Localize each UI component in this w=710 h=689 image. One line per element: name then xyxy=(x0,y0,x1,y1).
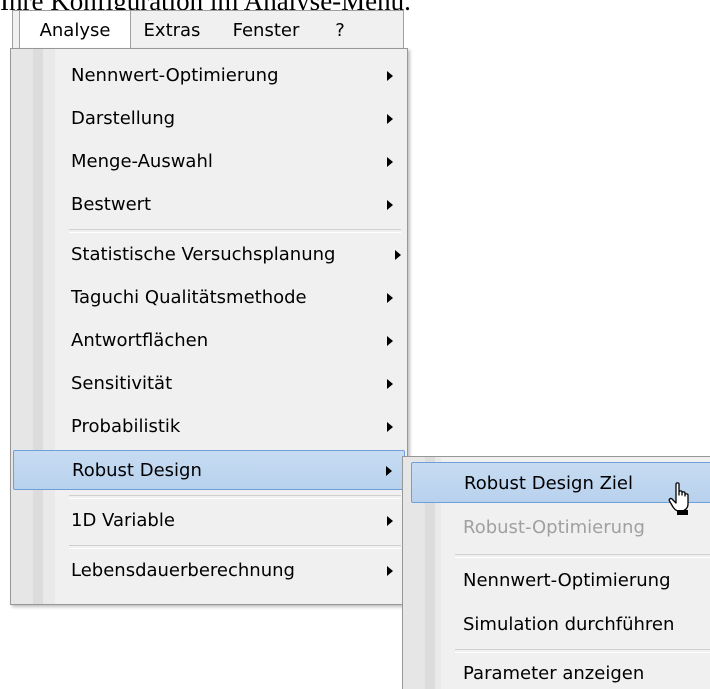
submenu-arrow-icon xyxy=(387,71,393,81)
submenu-arrow-icon xyxy=(387,157,393,167)
submenu-item-nennwert-optimierung[interactable]: Nennwert-Optimierung xyxy=(411,560,710,601)
submenu-arrow-icon xyxy=(387,336,393,346)
menu-item-label: Bestwert xyxy=(71,194,152,215)
menu-item-nennwert-optimierung[interactable]: Nennwert-Optimierung xyxy=(13,56,405,96)
menu-item-bestwert[interactable]: Bestwert xyxy=(13,185,405,225)
menu-item-label: Sensitivität xyxy=(71,373,173,394)
submenu-item-label: Robust Design Ziel xyxy=(464,473,633,494)
menu-analyse[interactable]: Analyse xyxy=(19,10,131,51)
submenu-item-robust-design-ziel[interactable]: Robust Design Ziel xyxy=(411,462,710,503)
submenu-arrow-icon xyxy=(387,114,393,124)
submenu-arrow-icon xyxy=(387,516,393,526)
submenu-item-simulation-durchfuehren[interactable]: Simulation durchführen xyxy=(411,604,710,645)
menu-item-label: Lebensdauerberechnung xyxy=(71,560,295,581)
submenu-arrow-icon xyxy=(386,466,392,476)
menu-item-lebensdauerberechnung[interactable]: Lebensdauerberechnung xyxy=(13,551,405,591)
menu-item-label: Menge-Auswahl xyxy=(71,151,213,172)
menu-item-probabilistik[interactable]: Probabilistik xyxy=(13,407,405,447)
submenu-item-label: Simulation durchführen xyxy=(463,614,675,635)
menu-extras[interactable]: Extras xyxy=(137,11,207,50)
menu-separator xyxy=(69,495,401,499)
menu-item-antwortflaechen[interactable]: Antwortflächen xyxy=(13,321,405,361)
submenu-arrow-icon xyxy=(387,422,393,432)
menu-item-robust-design[interactable]: Robust Design xyxy=(13,450,405,490)
menu-item-menge-auswahl[interactable]: Menge-Auswahl xyxy=(13,142,405,182)
submenu-arrow-icon xyxy=(395,250,401,260)
menu-separator xyxy=(69,229,401,233)
menu-item-statistische-versuchsplanung[interactable]: Statistische Versuchsplanung xyxy=(13,235,405,275)
menu-bar: Analyse Extras Fenster ? xyxy=(12,10,404,51)
menu-help[interactable]: ? xyxy=(325,11,355,50)
menu-item-label: Darstellung xyxy=(71,108,176,129)
robust-design-submenu: Robust Design Ziel Robust-Optimierung Ne… xyxy=(402,456,710,689)
submenu-arrow-icon xyxy=(387,379,393,389)
hand-pointer-icon xyxy=(668,482,689,515)
menu-separator xyxy=(69,545,401,549)
submenu-item-label: Parameter anzeigen xyxy=(463,663,645,684)
submenu-item-robust-optimierung: Robust-Optimierung xyxy=(411,507,710,548)
menu-item-label: Statistische Versuchsplanung xyxy=(71,244,336,265)
menu-fenster[interactable]: Fenster xyxy=(223,11,309,50)
submenu-item-parameter-anzeigen[interactable]: Parameter anzeigen xyxy=(411,653,710,689)
submenu-item-label: Robust-Optimierung xyxy=(463,517,645,538)
menu-item-label: 1D Variable xyxy=(71,510,175,531)
menu-item-label: Nennwert-Optimierung xyxy=(71,65,279,86)
menu-item-label: Antwortflächen xyxy=(71,330,209,351)
menu-item-taguchi-qualitaetsmethode[interactable]: Taguchi Qualitätsmethode xyxy=(13,278,405,318)
menu-item-darstellung[interactable]: Darstellung xyxy=(13,99,405,139)
menu-item-label: Robust Design xyxy=(72,460,202,481)
menu-item-label: Probabilistik xyxy=(71,416,181,437)
menu-item-label: Taguchi Qualitätsmethode xyxy=(71,287,307,308)
submenu-arrow-icon xyxy=(387,566,393,576)
submenu-item-label: Nennwert-Optimierung xyxy=(463,570,671,591)
menu-item-1d-variable[interactable]: 1D Variable xyxy=(13,501,405,541)
submenu-separator xyxy=(455,554,710,558)
menu-item-sensitivitaet[interactable]: Sensitivität xyxy=(13,364,405,404)
analyse-dropdown-menu: Nennwert-Optimierung Darstellung Menge-A… xyxy=(10,48,408,605)
submenu-arrow-icon xyxy=(387,293,393,303)
submenu-arrow-icon xyxy=(387,200,393,210)
